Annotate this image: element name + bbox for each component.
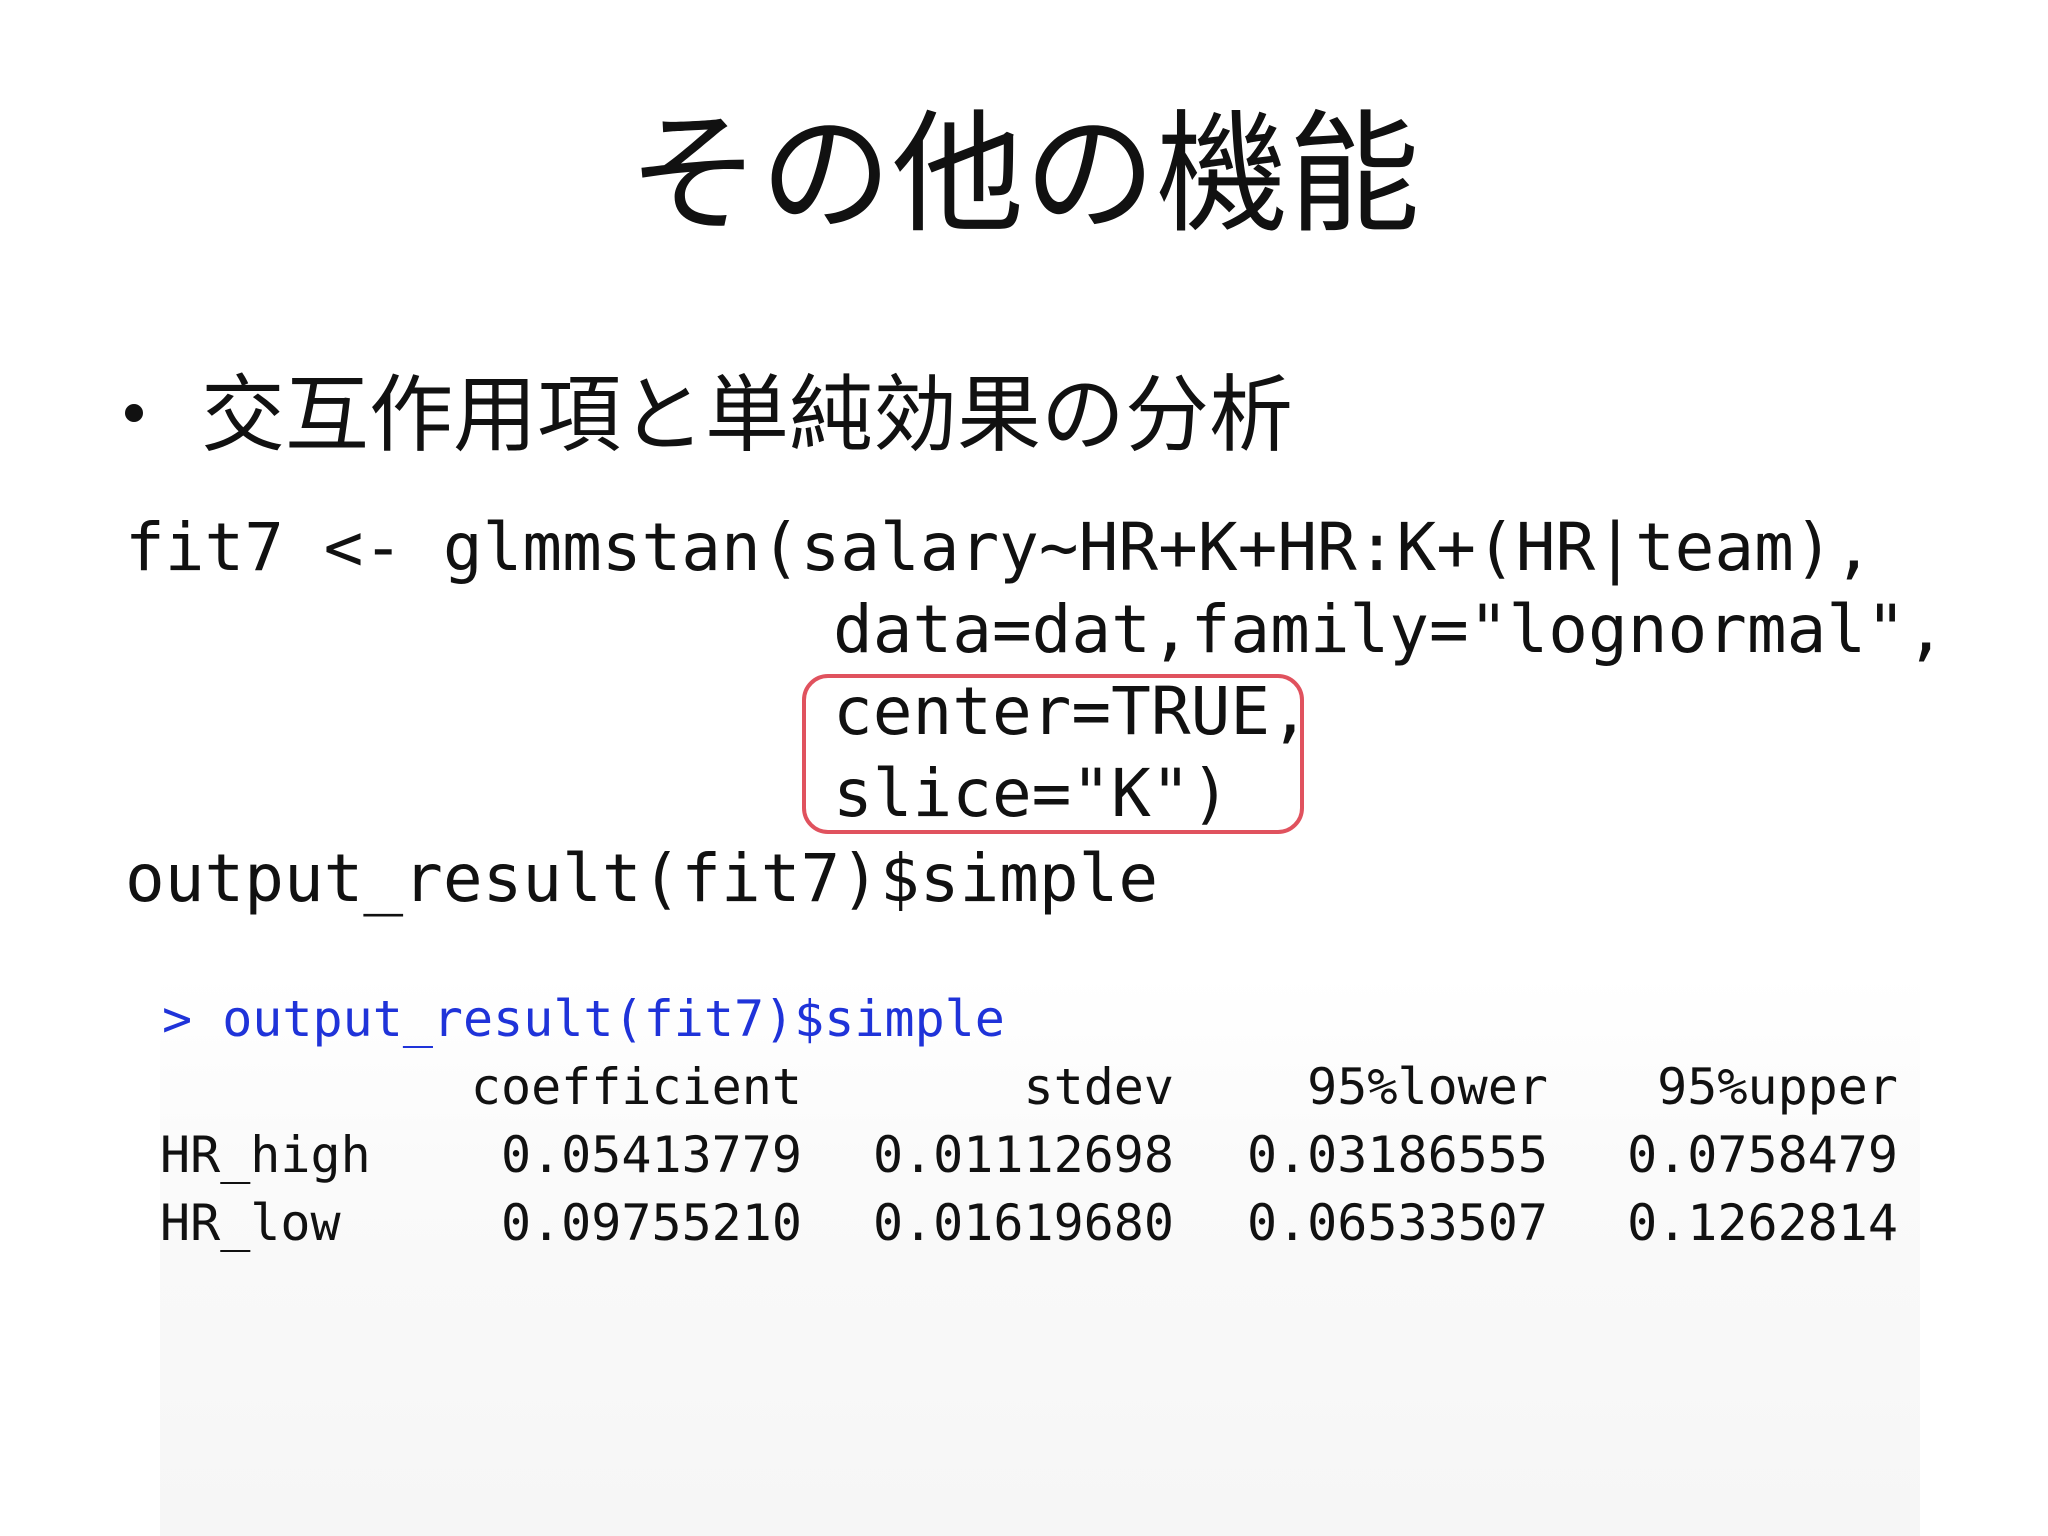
code-line-output-result: output_result(fit7)$simple — [125, 840, 1159, 917]
table-row: HR_high 0.05413779 0.01112698 0.03186555… — [160, 1121, 1898, 1189]
cell-95-upper: 0.0758479 — [1627, 1126, 1898, 1184]
simple-effects-table: coefficient stdev 95%lower 95%upper HR_h… — [160, 1053, 1898, 1257]
slide-title: その他の機能 — [628, 98, 1420, 252]
bullet-text: 交互作用項と単純効果の分析 — [201, 366, 1294, 464]
table-header-blank — [160, 1053, 422, 1121]
cell-coefficient: 0.05413779 — [500, 1126, 802, 1184]
table-header-coefficient: coefficient — [470, 1058, 802, 1116]
table-header-row: coefficient stdev 95%lower 95%upper — [160, 1053, 1898, 1121]
console-output-screenshot: > output_result(fit7)$simple coefficient… — [160, 975, 1920, 1536]
row-label: HR_low — [160, 1194, 341, 1252]
cell-95-lower: 0.03186555 — [1246, 1126, 1548, 1184]
cell-stdev: 0.01112698 — [872, 1126, 1174, 1184]
code-line-fit7: fit7 <- glmmstan(salary~HR+K+HR:K+(HR|te… — [125, 509, 1874, 586]
cell-coefficient: 0.09755210 — [500, 1194, 802, 1252]
highlight-box — [802, 674, 1304, 834]
bullet-item: 交互作用項と単純効果の分析 — [125, 360, 1293, 470]
cell-95-upper: 0.1262814 — [1627, 1194, 1898, 1252]
console-prompt-line: > output_result(fit7)$simple — [162, 990, 1005, 1048]
table-row: HR_low 0.09755210 0.01619680 0.06533507 … — [160, 1189, 1898, 1257]
cell-95-lower: 0.06533507 — [1246, 1194, 1548, 1252]
code-line-data-family: data=dat,family="lognormal", — [833, 591, 1946, 668]
table-header-95-lower: 95%lower — [1307, 1058, 1548, 1116]
table-header-stdev: stdev — [1023, 1058, 1174, 1116]
table-header-95-upper: 95%upper — [1657, 1058, 1898, 1116]
row-label: HR_high — [160, 1126, 371, 1184]
bullet-dot-icon — [125, 404, 143, 423]
cell-stdev: 0.01619680 — [872, 1194, 1174, 1252]
